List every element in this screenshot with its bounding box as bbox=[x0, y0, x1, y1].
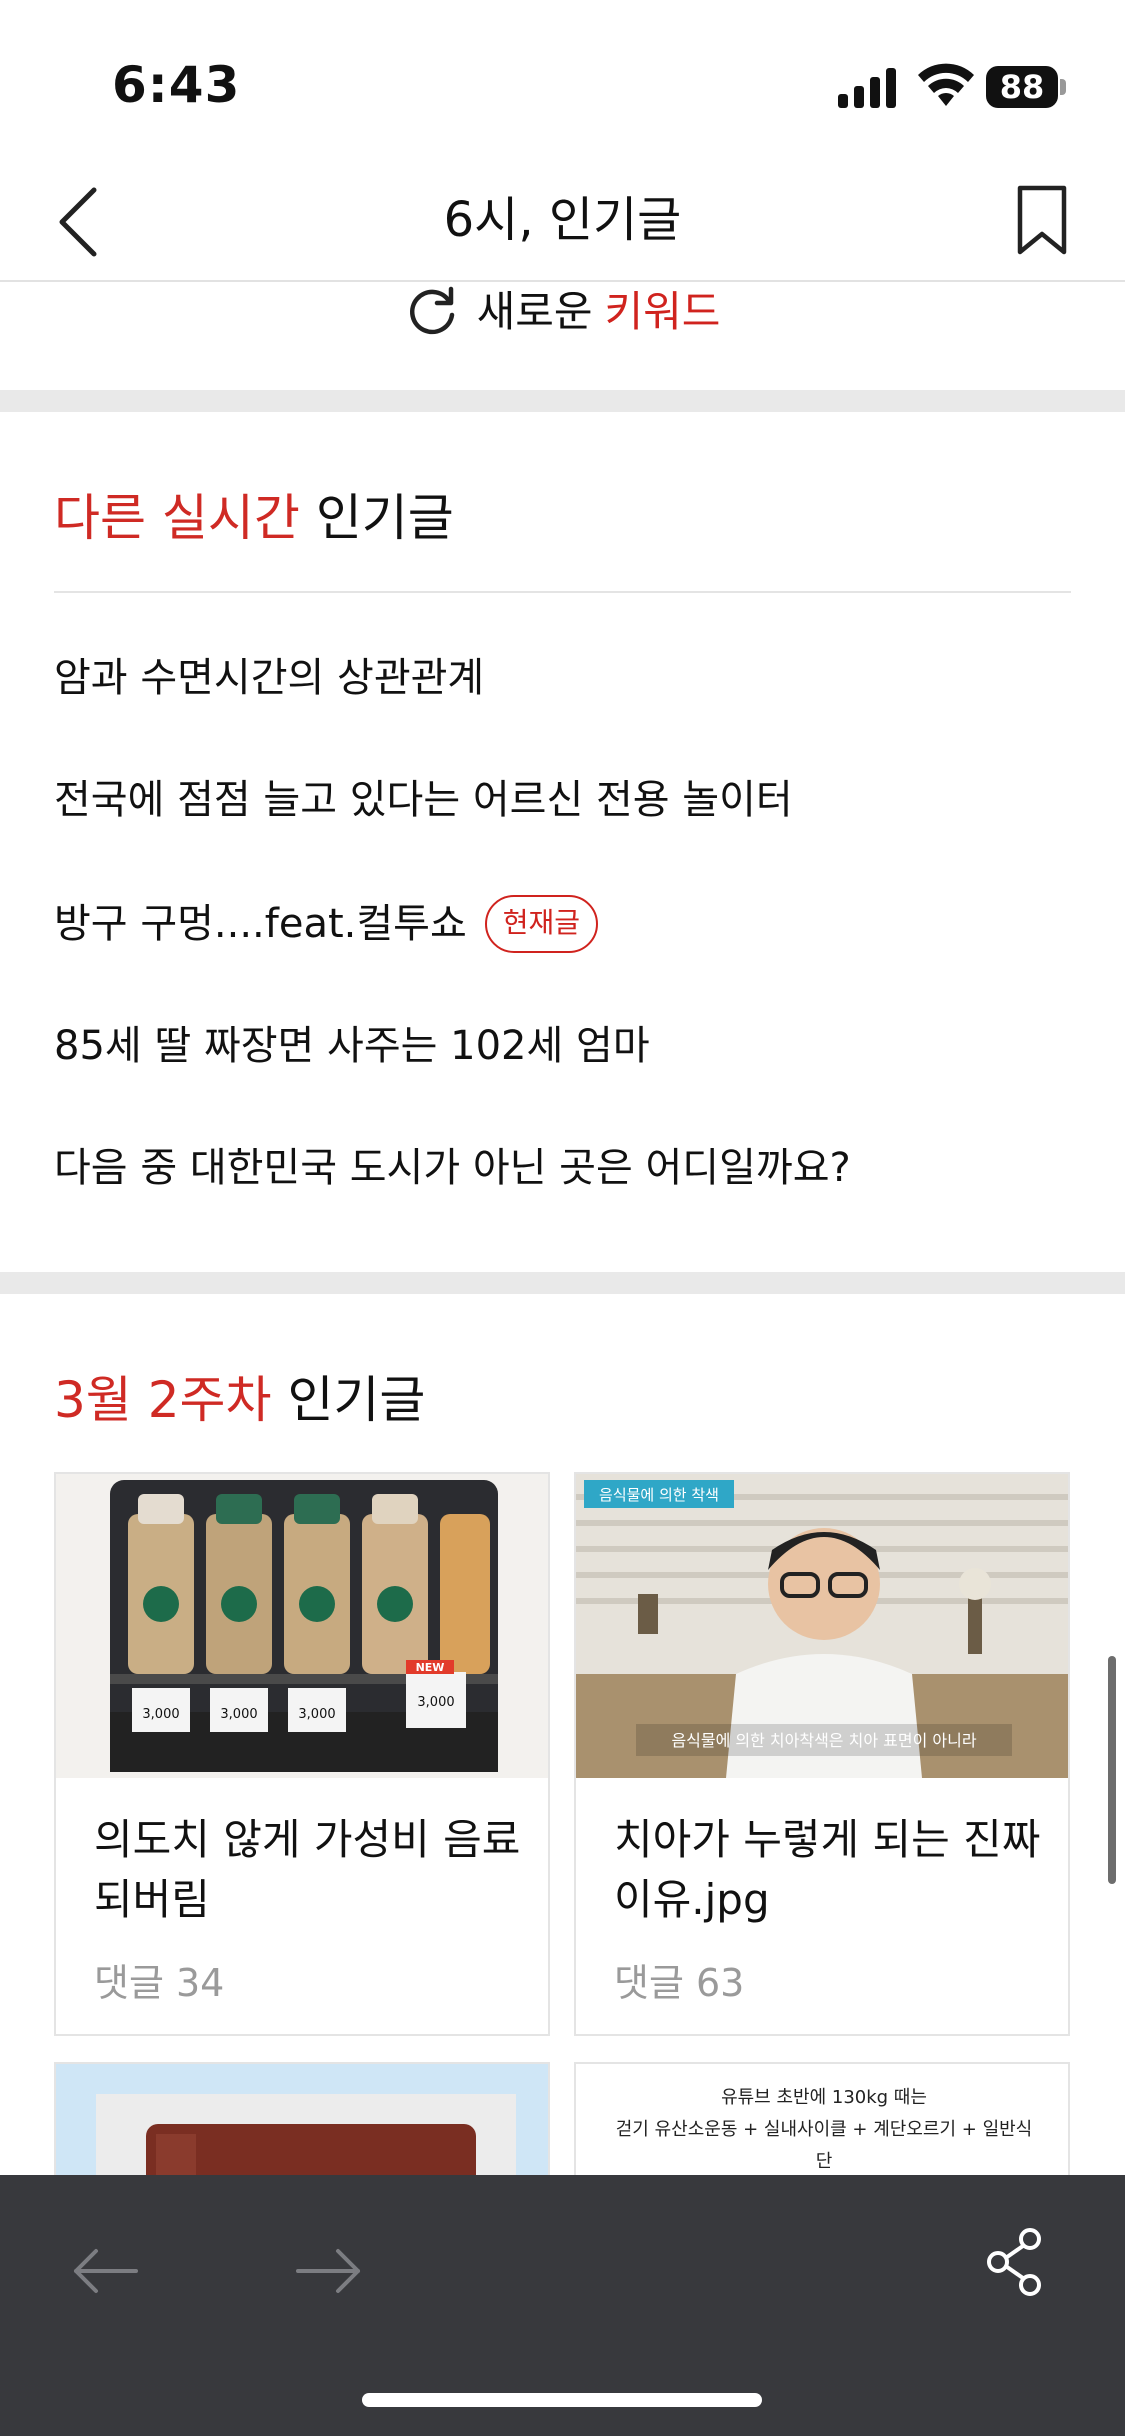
card-title: 치아가 누렇게 되는 진짜 이유.jpg bbox=[614, 1815, 1041, 1924]
card-thumbnail: NEW 3,000 3,000 3,000 3,000 bbox=[56, 1474, 548, 1778]
bottom-toolbar bbox=[0, 2175, 1125, 2436]
refresh-keyword: 키워드 bbox=[604, 287, 721, 336]
realtime-post-item[interactable]: 전국에 점점 늘고 있다는 어르신 전용 놀이터 bbox=[54, 770, 793, 830]
section-divider bbox=[0, 1272, 1125, 1294]
realtime-post-item[interactable]: 다음 중 대한민국 도시가 아닌 곳은 어디일까요? bbox=[54, 1138, 851, 1198]
thumb-text-line: 단 bbox=[815, 2151, 833, 2172]
wifi-icon bbox=[918, 63, 974, 106]
video-subtitle: 음식물에 의한 치아착색은 치아 표면이 아니라 bbox=[671, 1731, 976, 1750]
arrow-left-icon[interactable] bbox=[70, 2235, 142, 2307]
card-comments: 댓글 63 bbox=[614, 1961, 745, 2005]
refresh-icon bbox=[409, 286, 454, 335]
home-indicator[interactable] bbox=[362, 2393, 762, 2407]
realtime-section-title: 다른 실시간 인기글 bbox=[54, 489, 454, 547]
card-comments: 댓글 34 bbox=[94, 1961, 225, 2005]
video-overlay-title: 음식물에 의한 착색 bbox=[599, 1486, 719, 1504]
bookmark-icon[interactable] bbox=[1010, 182, 1074, 258]
status-time: 6:43 bbox=[112, 56, 241, 114]
card-title: 의도치 않게 가성비 음료 되버림 bbox=[94, 1815, 521, 1924]
new-keyword-button[interactable]: 새로운 키워드 bbox=[0, 282, 1125, 390]
share-icon[interactable] bbox=[986, 2227, 1042, 2297]
realtime-post-item[interactable]: 암과 수면시간의 상관관계 bbox=[54, 648, 484, 708]
price-tag: 3,000 bbox=[417, 1695, 454, 1710]
video-still-image: 음식물에 의한 착색 음식물에 의한 치아착색은 치아 표면이 아니라 bbox=[576, 1474, 1068, 1778]
current-post-badge: 현재글 bbox=[484, 895, 599, 953]
app-header: 6시, 인기글 bbox=[0, 160, 1125, 282]
status-bar: 6:43 88 bbox=[0, 0, 1125, 160]
battery-icon: 88 bbox=[986, 66, 1066, 108]
realtime-post-item[interactable]: 85세 딸 짜장면 사주는 102세 엄마 bbox=[54, 1016, 650, 1076]
thumb-text-line: 걷기 유산소운동 + 실내사이클 + 계단오르기 + 일반식 bbox=[615, 2119, 1033, 2140]
drink-shelf-image: NEW 3,000 3,000 3,000 3,000 bbox=[110, 1480, 498, 1772]
price-tag: 3,000 bbox=[298, 1707, 335, 1722]
thumb-text-line: 유튜브 초반에 130kg 때는 bbox=[721, 2087, 927, 2108]
price-tag: 3,000 bbox=[220, 1707, 257, 1722]
scrollbar[interactable] bbox=[1108, 1656, 1116, 1884]
refresh-label: 새로운 bbox=[476, 287, 593, 336]
post-card[interactable]: 음식물에 의한 착색 음식물에 의한 치아착색은 치아 표면이 아니라 치아가 … bbox=[574, 1472, 1070, 2036]
section-rule bbox=[54, 591, 1071, 593]
battery-level: 88 bbox=[986, 66, 1058, 108]
arrow-right-icon[interactable] bbox=[292, 2235, 364, 2307]
section-divider bbox=[0, 390, 1125, 412]
card-thumbnail: 음식물에 의한 착색 음식물에 의한 치아착색은 치아 표면이 아니라 bbox=[576, 1474, 1068, 1778]
price-tag: 3,000 bbox=[142, 1707, 179, 1722]
new-tag: NEW bbox=[416, 1661, 445, 1674]
cellular-signal-icon bbox=[838, 68, 896, 108]
page-title: 6시, 인기글 bbox=[443, 192, 682, 248]
weekly-section-title: 3월 2주차 인기글 bbox=[54, 1371, 426, 1429]
post-card[interactable]: NEW 3,000 3,000 3,000 3,000 의도치 않게 가성비 음… bbox=[54, 1472, 550, 2036]
realtime-post-item[interactable]: 방구 구멍....feat.컬투쇼 현재글 bbox=[54, 894, 599, 954]
